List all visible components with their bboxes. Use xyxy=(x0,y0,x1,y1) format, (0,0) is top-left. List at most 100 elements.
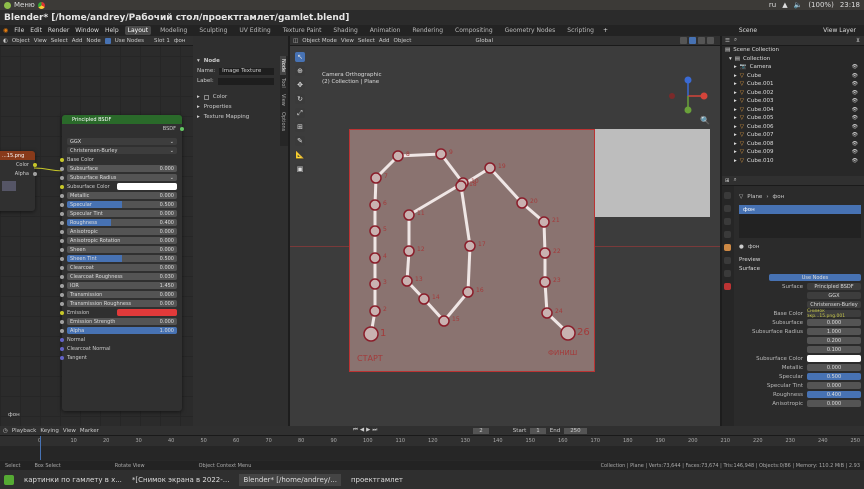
bsdf-input-transmission[interactable]: Transmission 0.000 xyxy=(60,290,182,299)
node-menu-view[interactable]: View xyxy=(34,38,47,44)
cursor-tool-icon[interactable]: ⊕ xyxy=(295,66,305,76)
input-socket[interactable] xyxy=(60,346,64,351)
editor-type-icon[interactable]: ◷ xyxy=(3,428,8,434)
property-value-field[interactable]: 1.000 xyxy=(807,328,861,335)
material-slot-item[interactable]: фон xyxy=(739,205,861,214)
visibility-eye-icon[interactable]: 👁 xyxy=(852,132,858,138)
menu-file[interactable]: File xyxy=(14,27,24,34)
bsdf-input-specular[interactable]: Specular 0.500 xyxy=(60,200,182,209)
outliner-item[interactable]: ▸ ▽ Cube.010 👁 xyxy=(722,157,864,166)
input-value-field[interactable]: Sheen 0.000 xyxy=(67,246,177,253)
input-value-field[interactable]: Clearcoat 0.000 xyxy=(67,264,177,271)
scene-collection-row[interactable]: ▤ Scene Collection xyxy=(722,46,864,55)
bsdf-input-ior[interactable]: IOR 1.450 xyxy=(60,281,182,290)
object-mode-selector[interactable]: Object Mode xyxy=(302,38,337,44)
distribution-select[interactable]: GGX xyxy=(807,292,861,299)
material-tab-icon[interactable] xyxy=(724,283,731,290)
filter-icon[interactable]: ⊻ xyxy=(856,38,860,44)
color-swatch[interactable] xyxy=(117,309,177,316)
input-socket[interactable] xyxy=(60,202,64,207)
bsdf-input-clearcoat-roughness[interactable]: Clearcoat Roughness 0.030 xyxy=(60,272,182,281)
move-tool-icon[interactable]: ✥ xyxy=(295,80,305,90)
editor-type-icon[interactable]: ◐ xyxy=(3,38,8,44)
workspace-tab-sculpting[interactable]: Sculpting xyxy=(196,26,230,35)
input-value-field[interactable]: Transmission Roughness 0.000 xyxy=(67,300,177,307)
input-socket[interactable] xyxy=(60,292,64,297)
3d-viewport[interactable]: ◫ Object Mode View Select Add Object Glo… xyxy=(290,36,720,426)
chevron-right-icon[interactable]: ▸ xyxy=(734,124,737,130)
workspace-tab-geometry-nodes[interactable]: Geometry Nodes xyxy=(502,26,559,35)
input-socket[interactable] xyxy=(60,247,64,252)
chevron-right-icon[interactable]: ▸ xyxy=(734,115,737,121)
input-socket[interactable] xyxy=(60,319,64,324)
property-value-field[interactable]: 0.000 xyxy=(807,319,861,326)
visibility-eye-icon[interactable]: 👁 xyxy=(852,149,858,155)
node-name-field[interactable]: Image Texture xyxy=(219,67,274,75)
workspace-tab-compositing[interactable]: Compositing xyxy=(452,26,496,35)
material-selector[interactable]: фон xyxy=(174,38,186,44)
chevron-right-icon[interactable]: ▸ xyxy=(734,90,737,96)
taskbar-item-screenshot[interactable]: *[Снимок экрана в 2022-... xyxy=(132,476,230,484)
property-value-field[interactable]: 0.400 xyxy=(807,391,861,398)
add-cube-tool-icon[interactable]: ▣ xyxy=(295,164,305,174)
window-title-bar[interactable]: Blender* [/home/andrey/Рабочий стол/прое… xyxy=(0,10,864,25)
node-editor-mode[interactable]: Object xyxy=(12,38,30,44)
input-value-field[interactable]: Specular 0.500 xyxy=(67,201,177,208)
input-socket[interactable] xyxy=(60,220,64,225)
input-socket[interactable] xyxy=(60,355,64,360)
taskbar-launcher-icon[interactable] xyxy=(4,474,14,485)
workspace-tab-shading[interactable]: Shading xyxy=(330,26,360,35)
outliner[interactable]: ☰ ⌕ ⊻ ▤ Scene Collection ▾ ▤ Collection ▸ 📷 C… xyxy=(722,36,864,176)
select-tool-icon[interactable]: ↖ xyxy=(295,52,305,62)
input-value-field[interactable]: Metallic 0.000 xyxy=(67,192,177,199)
bsdf-input-sheen[interactable]: Sheen 0.000 xyxy=(60,245,182,254)
timeline[interactable]: ◷ Playback Keying View Marker ⏮◀▶⏭ 2 Sta… xyxy=(0,426,864,461)
node-menu-add[interactable]: Add xyxy=(72,38,83,44)
visibility-eye-icon[interactable]: 👁 xyxy=(852,98,858,104)
material-datablock[interactable]: ● фон xyxy=(736,242,864,251)
workspace-tab-rendering[interactable]: Rendering xyxy=(409,26,446,35)
property-value-field[interactable]: 0.000 xyxy=(807,400,861,407)
bsdf-output-socket[interactable] xyxy=(180,126,184,131)
visibility-eye-icon[interactable]: 👁 xyxy=(852,81,858,87)
input-value-field[interactable]: Transmission 0.000 xyxy=(67,291,177,298)
editor-type-icon[interactable]: ⊞ xyxy=(725,178,730,184)
bsdf-input-base-color[interactable]: Base Color xyxy=(60,155,182,164)
visibility-eye-icon[interactable]: 👁 xyxy=(852,73,858,79)
outliner-item[interactable]: ▸ ▽ Cube.004 👁 xyxy=(722,106,864,115)
distribution-dropdown[interactable]: GGX ⌄ xyxy=(62,137,182,146)
outliner-item[interactable]: ▸ ▽ Cube 👁 xyxy=(722,72,864,81)
view-layer-selector[interactable]: View Layer xyxy=(823,27,856,34)
workspace-tab-uv-editing[interactable]: UV Editing xyxy=(236,26,273,35)
node-label-field[interactable] xyxy=(217,77,274,85)
workspace-tab-layout[interactable]: Layout xyxy=(124,26,152,35)
input-socket[interactable] xyxy=(60,229,64,234)
surface-value[interactable]: Principled BSDF xyxy=(807,283,861,290)
node-section-header[interactable]: ▾ Node xyxy=(193,56,288,66)
menu-edit[interactable]: Edit xyxy=(30,27,42,34)
color-swatch[interactable] xyxy=(117,183,177,190)
visibility-eye-icon[interactable]: 👁 xyxy=(852,64,858,70)
shader-node-editor[interactable]: ◐ Object View Select Add Node Use Nodes … xyxy=(0,36,193,426)
input-socket[interactable] xyxy=(60,301,64,306)
outliner-item[interactable]: ▸ 📷 Camera 👁 xyxy=(722,63,864,72)
physics-tab-icon[interactable] xyxy=(724,270,731,277)
bsdf-input-subsurface-color[interactable]: Subsurface Color xyxy=(60,182,182,191)
input-socket[interactable] xyxy=(60,256,64,261)
editor-type-icon[interactable]: ☰ xyxy=(725,38,730,44)
base-color-value[interactable]: Снимок экр...15.png.001 xyxy=(807,309,861,319)
solid-shading-icon[interactable] xyxy=(689,37,696,44)
property-value-field[interactable]: 0.500 xyxy=(807,373,861,380)
menu-render[interactable]: Render xyxy=(48,27,69,34)
input-value-field[interactable]: Clearcoat Roughness 0.030 xyxy=(67,273,177,280)
scene-tab-icon[interactable] xyxy=(724,231,731,238)
bsdf-input-metallic[interactable]: Metallic 0.000 xyxy=(60,191,182,200)
subsurface-method-dropdown[interactable]: Christensen-Burley ⌄ xyxy=(62,146,182,155)
render-tab-icon[interactable] xyxy=(724,205,731,212)
visibility-eye-icon[interactable]: 👁 xyxy=(852,107,858,113)
rendered-shading-icon[interactable] xyxy=(707,37,714,44)
bsdf-input-subsurface[interactable]: Subsurface 0.000 xyxy=(60,164,182,173)
viewport-menu-view[interactable]: View xyxy=(341,38,354,44)
playback-controls[interactable]: ⏮◀▶⏭ xyxy=(353,427,379,434)
tab-tool[interactable]: Tool xyxy=(280,75,286,91)
